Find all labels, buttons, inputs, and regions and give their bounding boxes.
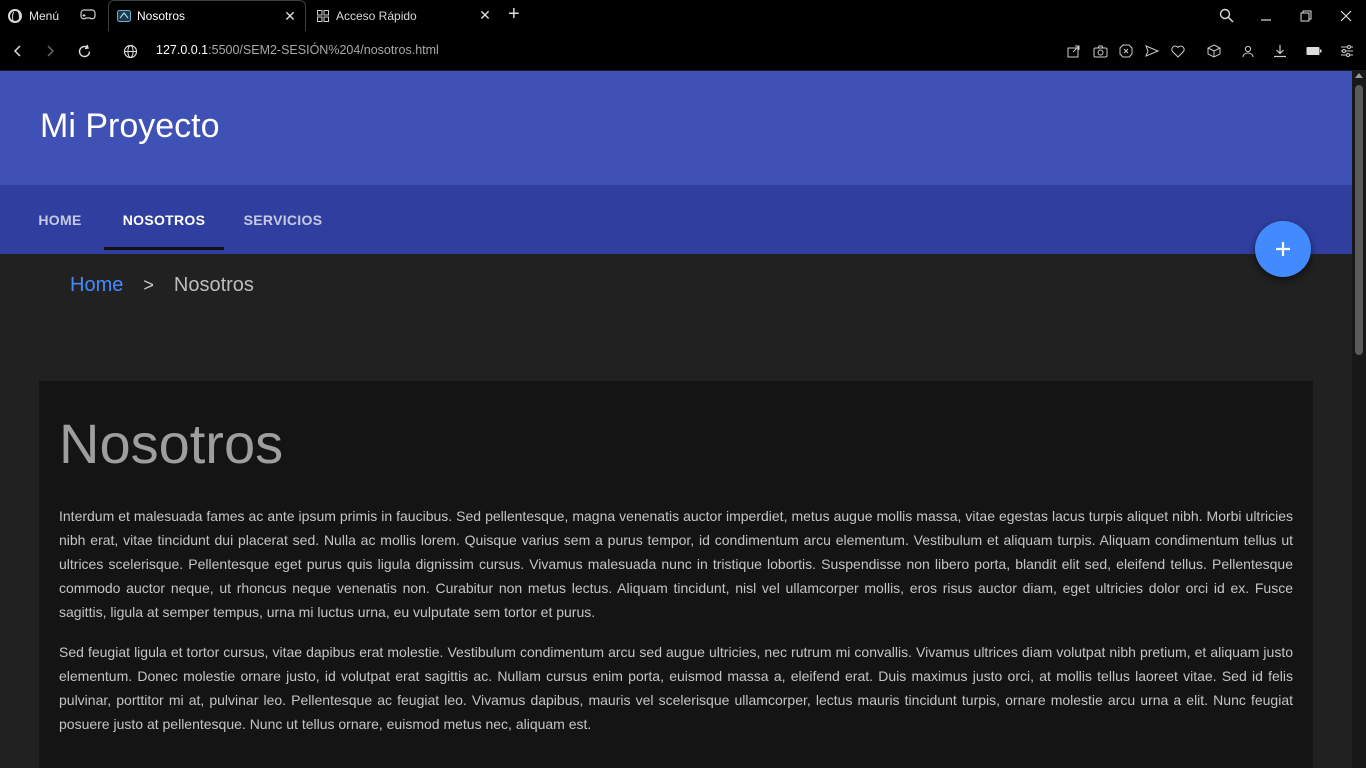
close-tab-icon[interactable]: ✕ <box>478 8 492 22</box>
content-paragraph: Sed feugiat ligula et tortor cursus, vit… <box>59 644 1293 732</box>
content-paragraph: Interdum et malesuada fames ac ante ipsu… <box>59 508 1293 620</box>
close-window-icon[interactable] <box>1326 0 1366 31</box>
search-tabs-icon[interactable] <box>1206 0 1246 31</box>
opera-logo-icon <box>8 8 22 24</box>
browser-tab-acceso-rapido[interactable]: Acceso Rápido ✕ <box>308 0 500 31</box>
extensions-cube-icon[interactable] <box>1205 42 1223 60</box>
back-arrow-icon[interactable] <box>8 41 28 61</box>
new-tab-plus-icon[interactable]: + <box>508 4 520 24</box>
content-body: Interdum et malesuada fames ac ante ipsu… <box>59 504 1293 752</box>
plus-icon <box>1276 242 1290 256</box>
breadcrumb-home-link[interactable]: Home <box>70 274 123 297</box>
breadcrumb-current: Nosotros <box>173 274 254 296</box>
close-tab-icon[interactable]: ✕ <box>283 9 297 23</box>
content-heading: Nosotros <box>59 412 284 475</box>
breadcrumb: Home > Nosotros <box>70 274 254 297</box>
browser-tab-nosotros[interactable]: Nosotros ✕ <box>108 0 306 31</box>
restore-window-icon[interactable] <box>1286 0 1326 31</box>
nav-tab-home[interactable]: HOME <box>20 185 100 254</box>
ad-blocker-icon[interactable] <box>1117 42 1135 60</box>
browser-tab-label: Acceso Rápido <box>336 8 417 23</box>
content-card: Nosotros Interdum et malesuada fames ac … <box>39 381 1313 768</box>
easy-setup-sliders-icon[interactable] <box>1338 42 1356 60</box>
browser-address-bar: 127.0.0.1:5500/SEM2-SESIÓN%204/nosotros.… <box>0 31 1366 71</box>
browser-tab-label: Nosotros <box>137 9 186 23</box>
share-icon[interactable] <box>1065 42 1083 60</box>
site-title: Mi Proyecto <box>40 107 220 145</box>
nav-tab-servicios[interactable]: SERVICIOS <box>228 185 338 254</box>
reload-icon[interactable] <box>74 41 94 61</box>
forward-arrow-icon[interactable] <box>40 41 60 61</box>
bookmark-heart-icon[interactable] <box>1169 42 1187 60</box>
scroll-up-arrow-icon[interactable] <box>1355 73 1363 78</box>
minimize-window-icon[interactable] <box>1246 0 1286 31</box>
snapshot-camera-icon[interactable] <box>1091 42 1109 60</box>
nav-tab-nosotros[interactable]: NOSOTROS <box>104 185 224 254</box>
page-viewport: Mi Proyecto HOME NOSOTROS SERVICIOS Home… <box>0 71 1352 768</box>
battery-saver-icon[interactable] <box>1305 42 1323 60</box>
browser-menu-label: Menú <box>29 8 60 23</box>
account-profile-icon[interactable] <box>1239 42 1257 60</box>
globe-site-info-icon[interactable] <box>120 41 140 61</box>
floating-add-button[interactable] <box>1255 221 1311 277</box>
site-header: Mi Proyecto <box>0 71 1352 185</box>
page-scrollbar[interactable] <box>1352 71 1366 768</box>
url-path: :5500/SEM2-SESIÓN%204/nosotros.html <box>208 43 439 57</box>
browser-tab-bar: Menú Nosotros ✕ Acceso Rápido ✕ + <box>0 0 1366 31</box>
downloads-icon[interactable] <box>1271 42 1289 60</box>
vscode-live-server-favicon-icon <box>117 9 131 23</box>
breadcrumb-separator: > <box>143 275 154 295</box>
gamepad-icon[interactable] <box>80 9 96 21</box>
speed-dial-grid-icon <box>316 9 330 23</box>
site-nav-tabs: HOME NOSOTROS SERVICIOS <box>0 185 1352 254</box>
send-flow-icon[interactable] <box>1143 42 1161 60</box>
url-host: 127.0.0.1 <box>156 43 209 57</box>
url-field[interactable]: 127.0.0.1:5500/SEM2-SESIÓN%204/nosotros.… <box>156 43 439 57</box>
scrollbar-thumb[interactable] <box>1355 85 1363 355</box>
browser-menu-button[interactable]: Menú <box>0 0 59 31</box>
